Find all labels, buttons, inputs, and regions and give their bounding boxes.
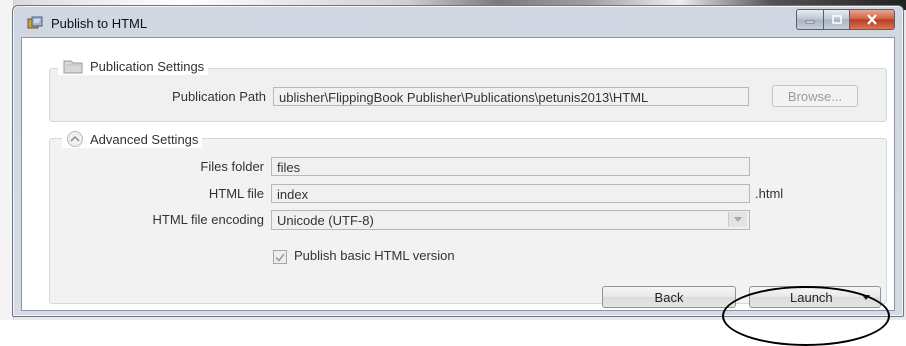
minimize-icon [805, 20, 815, 23]
encoding-dropdown-button[interactable] [728, 212, 747, 227]
back-button[interactable]: Back [602, 286, 736, 308]
files-folder-label: Files folder [200, 159, 264, 174]
publish-basic-html-checkbox[interactable] [273, 250, 287, 264]
publisher-icon [27, 16, 43, 29]
close-icon [867, 14, 877, 25]
html-file-label: HTML file [208, 186, 264, 201]
files-folder-input[interactable]: files [271, 157, 750, 176]
browse-button[interactable]: Browse... [772, 85, 858, 107]
minimize-button[interactable] [796, 9, 823, 30]
maximize-button[interactable] [823, 9, 849, 30]
launch-button[interactable]: Launch [749, 286, 881, 308]
advanced-settings-header[interactable]: Advanced Settings [62, 130, 203, 148]
advanced-settings-title: Advanced Settings [90, 131, 199, 147]
folder-icon [63, 60, 83, 74]
dropdown-arrow-icon[interactable] [862, 295, 870, 300]
html-encoding-select[interactable]: Unicode (UTF-8) [271, 210, 750, 230]
html-file-input[interactable]: index [271, 184, 750, 203]
html-encoding-value: Unicode (UTF-8) [277, 213, 374, 228]
html-encoding-label: HTML file encoding [152, 212, 264, 227]
window-title: Publish to HTML [51, 16, 148, 31]
launch-button-label: Launch [790, 289, 833, 305]
html-extension-label: .html [755, 186, 784, 201]
publish-basic-html-label: Publish basic HTML version [294, 248, 455, 263]
publication-settings-header: Publication Settings [58, 57, 209, 75]
chevron-down-icon [734, 217, 742, 222]
checkmark-icon [275, 253, 285, 262]
dialog-content: Publication Settings Publication Path ub… [21, 37, 895, 346]
title-bar[interactable]: Publish to HTML [13, 6, 903, 38]
publication-path-field[interactable]: ublisher\FlippingBook Publisher\Publicat… [273, 87, 749, 106]
close-button[interactable] [849, 9, 895, 30]
publish-dialog: Publish to HTML Publication Settings Pub… [12, 5, 904, 346]
publication-settings-title: Publication Settings [90, 58, 205, 74]
maximize-icon [831, 15, 842, 24]
collapse-chevron-icon [67, 131, 83, 147]
publication-path-label: Publication Path [172, 89, 266, 104]
